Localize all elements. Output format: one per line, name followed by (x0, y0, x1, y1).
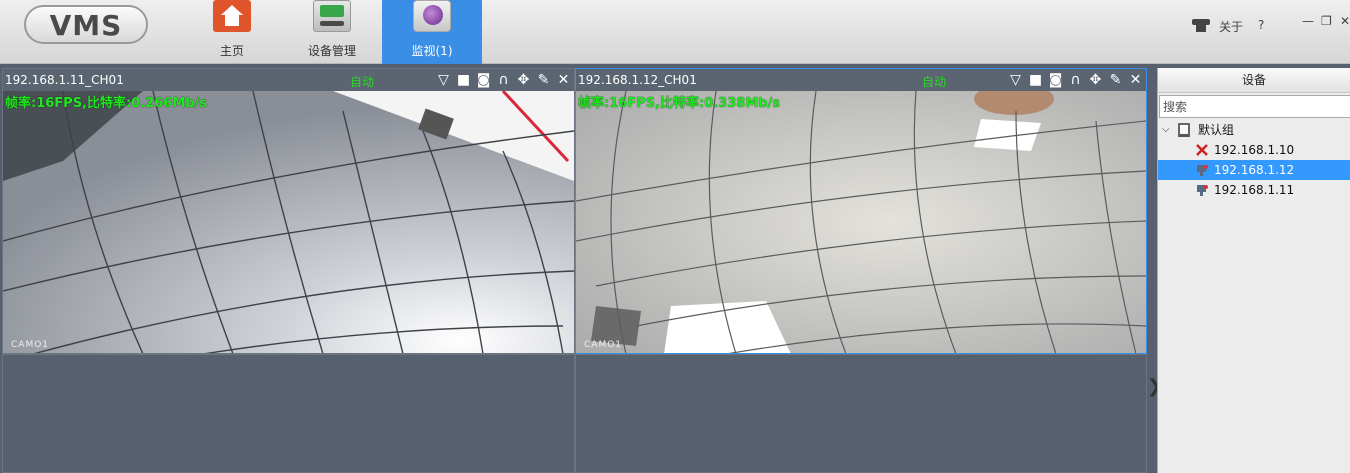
expand-toggle-icon[interactable]: ⌵ (1162, 120, 1172, 140)
video-panel-2[interactable]: 192.168.1.12_CH01 自动 ▽ ■ ◙ ∩ ✥ ✎ ✕ 帧率:16… (575, 68, 1147, 354)
color-adjust-icon[interactable]: ✎ (1107, 72, 1124, 89)
dropdown-icon[interactable]: ▽ (435, 72, 452, 89)
tree-device-1[interactable]: 192.168.1.10 (1158, 140, 1350, 160)
video-header: 192.168.1.12_CH01 自动 ▽ ■ ◙ ∩ ✥ ✎ ✕ (576, 69, 1146, 91)
device-tree: ⌵ 默认组 192.168.1.10 192.168.1.12 192.168.… (1158, 120, 1350, 200)
video-toolbar: ▽ ■ ◙ ∩ ✥ ✎ ✕ (435, 71, 572, 89)
device-label: 192.168.1.11 (1214, 183, 1295, 197)
camera-label: CAMO1 (584, 340, 623, 350)
collapse-panel-button[interactable]: ❯ (1147, 374, 1162, 400)
tab-device-management-label: 设备管理 (307, 44, 356, 58)
restore-button[interactable]: ❐ (1321, 14, 1332, 28)
video-feed[interactable]: 帧率:16FPS,比特率:0.338Mb/s CAMO1 (576, 91, 1146, 353)
skin-icon[interactable] (1192, 17, 1210, 33)
snapshot-icon[interactable]: ◙ (475, 72, 492, 89)
camera-label: CAMO1 (11, 340, 50, 350)
group-label: 默认组 (1198, 123, 1235, 137)
logo-text: VMS (49, 9, 123, 42)
group-icon (1178, 123, 1190, 137)
device-label: 192.168.1.10 (1214, 143, 1295, 157)
close-window-button[interactable]: ✕ (1340, 14, 1350, 28)
camera-image (576, 91, 1146, 353)
video-header: 192.168.1.11_CH01 自动 ▽ ■ ◙ ∩ ✥ ✎ ✕ (3, 69, 574, 91)
tree-device-3[interactable]: 192.168.1.11 (1158, 180, 1350, 200)
video-panel-4-empty[interactable] (575, 354, 1147, 473)
minimize-button[interactable]: — (1302, 14, 1314, 28)
tab-monitor[interactable]: 监视(1) (382, 0, 482, 64)
ptz-icon[interactable]: ✥ (1087, 72, 1104, 89)
video-osd-stats: 帧率:16FPS,比特率:0.338Mb/s (578, 96, 781, 111)
help-button[interactable]: ? (1258, 18, 1264, 32)
camera-image (3, 91, 574, 353)
app-logo: VMS (24, 5, 148, 44)
device-manager-icon (313, 0, 351, 32)
close-icon[interactable]: ✕ (555, 72, 572, 89)
device-panel: 设备 ⌵ 默认组 192.168.1.10 192.168.1.12 (1157, 68, 1350, 473)
color-adjust-icon[interactable]: ✎ (535, 72, 552, 89)
tab-monitor-label: 监视(1) (411, 44, 453, 58)
ptz-icon[interactable]: ✥ (515, 72, 532, 89)
device-search-input[interactable] (1159, 95, 1350, 118)
tab-device-management[interactable]: 设备管理 (296, 0, 368, 64)
device-panel-header: 设备 (1158, 68, 1350, 93)
tree-group-default[interactable]: ⌵ 默认组 (1158, 120, 1350, 140)
video-panel-3-empty[interactable] (2, 354, 575, 473)
tab-home-label: 主页 (219, 44, 244, 58)
audio-icon[interactable]: ∩ (1067, 72, 1084, 89)
device-label: 192.168.1.12 (1214, 163, 1295, 177)
monitor-icon (413, 0, 451, 32)
close-icon[interactable]: ✕ (1127, 72, 1144, 89)
channel-title: 192.168.1.11_CH01 (5, 73, 124, 87)
stream-mode[interactable]: 自动 (350, 73, 374, 90)
home-icon (213, 0, 251, 32)
top-bar: VMS 主页 设备管理 监视(1) 关于 ? — ❐ ✕ (0, 0, 1350, 64)
device-offline-icon (1196, 144, 1208, 156)
audio-icon[interactable]: ∩ (495, 72, 512, 89)
tab-home[interactable]: 主页 (200, 0, 264, 64)
stream-mode[interactable]: 自动 (922, 73, 946, 90)
device-online-icon (1197, 165, 1208, 176)
channel-title: 192.168.1.12_CH01 (578, 73, 697, 87)
video-osd-stats: 帧率:16FPS,比特率:0.266Mb/s (5, 96, 208, 111)
record-icon[interactable]: ■ (1027, 72, 1044, 89)
device-online-icon (1197, 185, 1208, 196)
vms-app: VMS 主页 设备管理 监视(1) 关于 ? — ❐ ✕ 192.168.1.1… (0, 0, 1350, 473)
about-link[interactable]: 关于 (1219, 18, 1243, 35)
video-toolbar: ▽ ■ ◙ ∩ ✥ ✎ ✕ (1007, 71, 1144, 89)
tree-device-2[interactable]: 192.168.1.12 (1158, 160, 1350, 180)
video-panel-1[interactable]: 192.168.1.11_CH01 自动 ▽ ■ ◙ ∩ ✥ ✎ ✕ 帧率:16… (2, 68, 575, 354)
snapshot-icon[interactable]: ◙ (1047, 72, 1064, 89)
video-feed[interactable]: 帧率:16FPS,比特率:0.266Mb/s CAMO1 (3, 91, 574, 353)
dropdown-icon[interactable]: ▽ (1007, 72, 1024, 89)
record-icon[interactable]: ■ (455, 72, 472, 89)
